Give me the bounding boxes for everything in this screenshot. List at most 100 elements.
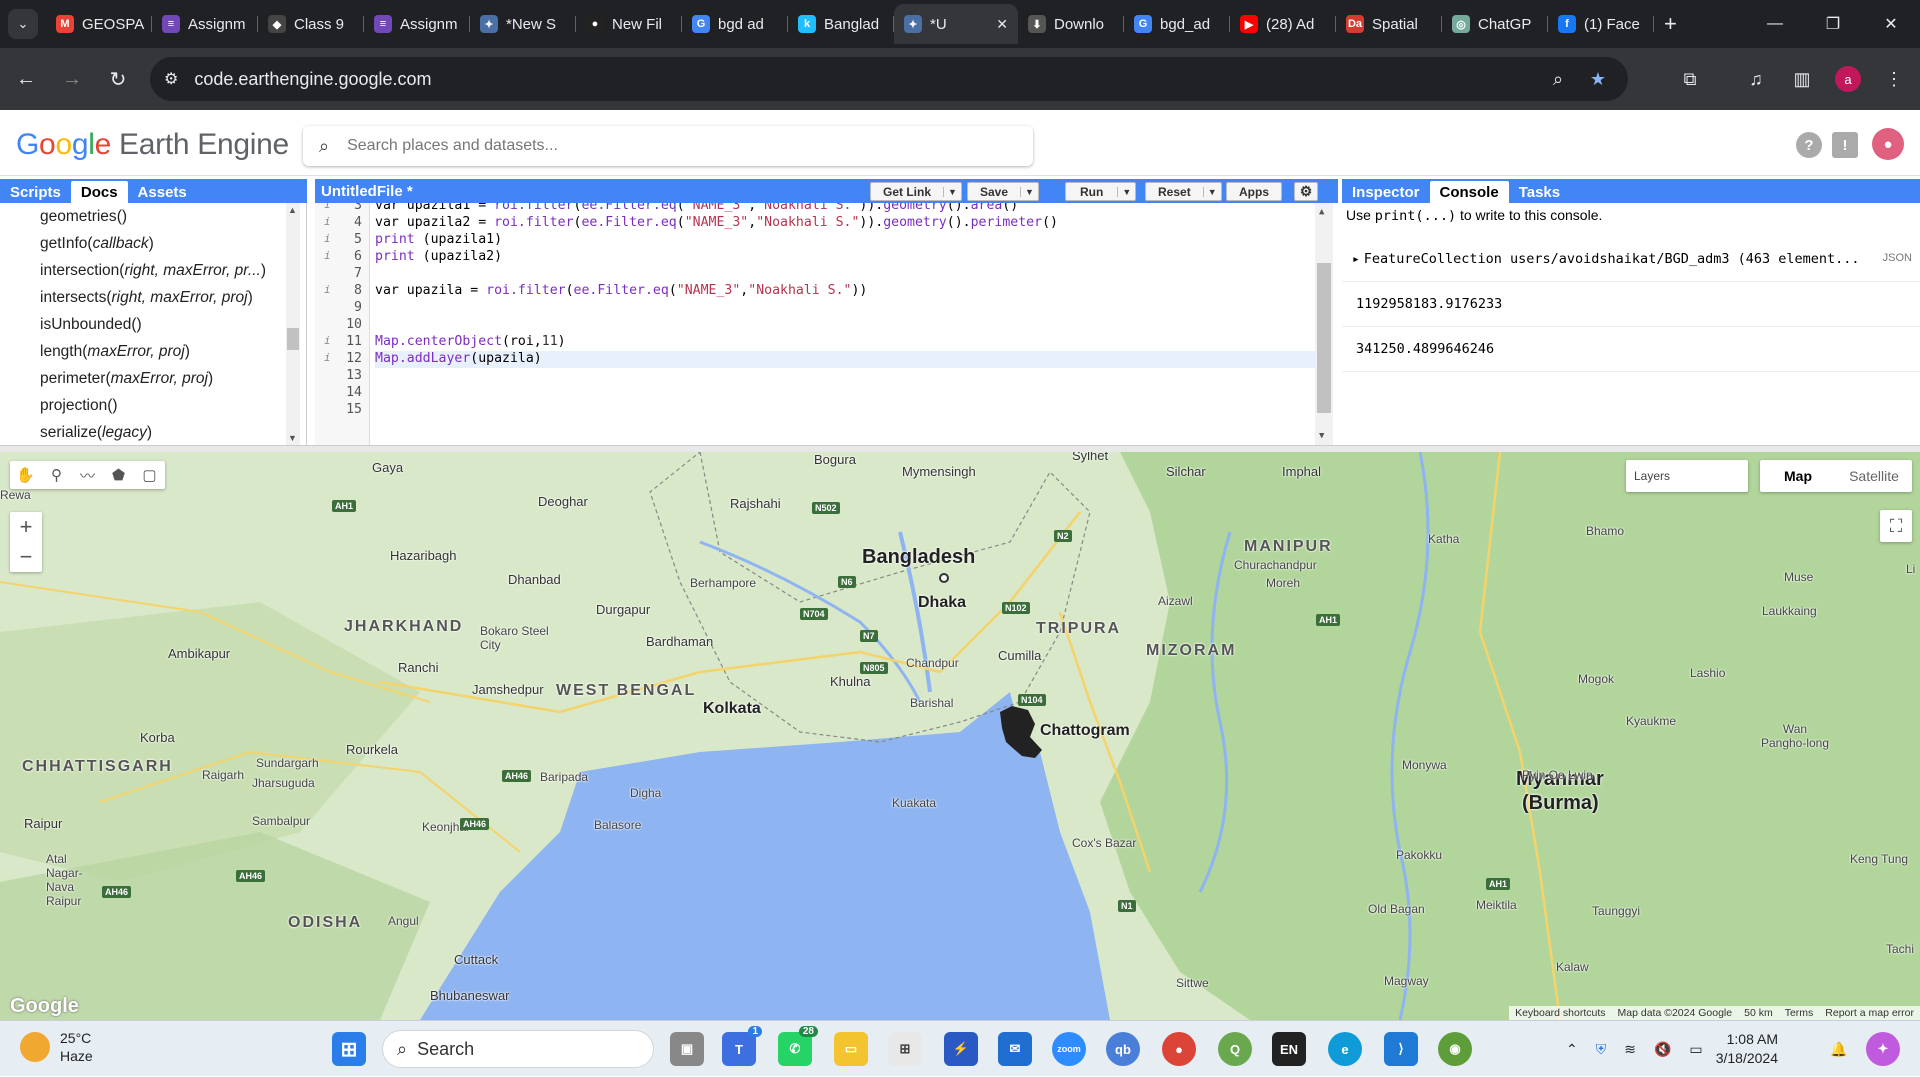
run-button[interactable]: Run ▼	[1065, 182, 1137, 201]
doc-method-item[interactable]: isUnbounded()	[0, 311, 306, 338]
browser-tab[interactable]: ⬇ Downlo	[1018, 4, 1124, 44]
chrome-icon[interactable]: ●	[1162, 1032, 1196, 1066]
todo-app-icon[interactable]: T1	[722, 1026, 762, 1066]
browser-tab[interactable]: ◎ ChatGP	[1442, 4, 1548, 44]
map-type-satellite-button[interactable]: Satellite	[1836, 460, 1912, 492]
keyboard-shortcuts-link[interactable]: Keyboard shortcuts	[1515, 1007, 1605, 1019]
code-line-4[interactable]: var upazila2 = roi.filter(ee.Filter.eq("…	[375, 215, 1058, 232]
browser-tab[interactable]: ◆ Class 9	[258, 4, 364, 44]
browser-tab[interactable]: k Banglad	[788, 4, 894, 44]
file-explorer-icon[interactable]: ▭	[834, 1032, 868, 1066]
language-icon[interactable]: EN	[1272, 1032, 1306, 1066]
browser-tab[interactable]: ✦ *U ✕	[894, 4, 1018, 44]
settings-gear-icon[interactable]: ⚙	[1294, 182, 1318, 201]
info-icon[interactable]: i	[324, 283, 331, 296]
expand-triangle-icon[interactable]: ▸	[1352, 252, 1360, 267]
code-editor[interactable]: i 3 i 4 i 5 i 6 7 i 8 9 10 i 11 i 12 13 14 15 var upazila1 …	[315, 203, 1338, 445]
browser-tab[interactable]: Gbgd ad	[682, 4, 788, 44]
feedback-icon[interactable]: !	[1832, 132, 1858, 158]
code-line-12[interactable]: Map.addLayer(upazila)	[375, 351, 1315, 368]
clock[interactable]: 1:08 AM 3/18/2024	[1714, 1030, 1778, 1068]
tab-scripts[interactable]: Scripts	[0, 181, 71, 203]
back-button[interactable]: ←	[6, 59, 46, 99]
side-panel-icon[interactable]: ▥	[1782, 59, 1822, 99]
help-icon[interactable]: ?	[1796, 132, 1822, 158]
search-box[interactable]: ⌕ Search places and datasets...	[303, 126, 1033, 166]
store-icon[interactable]: ⊞	[888, 1032, 922, 1066]
qgis-icon[interactable]: Q	[1218, 1032, 1252, 1066]
qbittorrent-icon[interactable]: qb	[1106, 1032, 1140, 1066]
doc-method-item[interactable]: serialize(legacy)	[0, 419, 306, 445]
browser-tab[interactable]: Gbgd_ad	[1124, 4, 1230, 44]
code-line-8[interactable]: var upazila = roi.filter(ee.Filter.eq("N…	[375, 283, 867, 300]
map-type-map-button[interactable]: Map	[1760, 460, 1836, 492]
doc-method-item[interactable]: intersection(right, maxError, pr...)	[0, 257, 306, 284]
minimize-button[interactable]: —	[1746, 0, 1804, 48]
reset-button[interactable]: Reset ▼	[1145, 182, 1222, 201]
code-line-5[interactable]: print (upazila1)	[375, 232, 502, 249]
browser-tab[interactable]: M GEOSPA	[46, 4, 152, 44]
reload-button[interactable]: ↻	[98, 59, 138, 99]
wifi-icon[interactable]: ≋	[1624, 1041, 1636, 1058]
copilot-icon[interactable]: ✦	[1866, 1032, 1900, 1066]
volume-muted-icon[interactable]: 🔇	[1654, 1041, 1671, 1058]
terms-link[interactable]: Terms	[1785, 1007, 1814, 1019]
zoom-out-button[interactable]: −	[10, 542, 42, 572]
info-icon[interactable]: i	[324, 249, 331, 262]
start-windows-icon[interactable]: ⊞	[332, 1032, 366, 1066]
shield-icon[interactable]: ⛨	[1596, 1041, 1607, 1058]
browser-tab[interactable]: ≡ Assignm	[152, 4, 258, 44]
info-icon[interactable]: i	[324, 334, 331, 347]
doc-method-item[interactable]: intersects(right, maxError, proj)	[0, 284, 306, 311]
app-icon[interactable]: ⚡	[944, 1032, 978, 1066]
zoom-in-button[interactable]: +	[10, 512, 42, 542]
whatsapp-icon[interactable]: ✆ 28	[778, 1026, 818, 1066]
doc-method-item[interactable]: geometries()	[0, 203, 306, 230]
doc-method-item[interactable]: perimeter(maxError, proj)	[0, 365, 306, 392]
tab-inspector[interactable]: Inspector	[1342, 181, 1430, 203]
close-window-button[interactable]: ✕	[1862, 0, 1920, 48]
fullscreen-icon[interactable]: ⛶	[1880, 510, 1912, 542]
doc-method-item[interactable]: projection()	[0, 392, 306, 419]
polygon-draw-icon[interactable]: ⬟	[103, 461, 134, 489]
chevron-down-icon[interactable]: ▼	[1020, 186, 1038, 197]
apps-button[interactable]: Apps	[1226, 182, 1282, 201]
tab-tasks[interactable]: Tasks	[1509, 181, 1570, 203]
doc-method-item[interactable]: getInfo(callback)	[0, 230, 306, 257]
docs-scrollbar[interactable]: ▲ ▼	[286, 203, 300, 445]
tab-docs[interactable]: Docs	[70, 181, 128, 203]
chevron-down-icon[interactable]: ▼	[1117, 186, 1135, 197]
extensions-icon[interactable]: ⧉	[1670, 59, 1710, 99]
browser-tab[interactable]: Da Spatial	[1336, 4, 1442, 44]
marker-icon[interactable]: ⚲	[41, 461, 72, 489]
mail-icon[interactable]: ✉	[998, 1032, 1032, 1066]
tab-assets[interactable]: Assets	[128, 181, 197, 203]
browser-tab[interactable]: ▶ (28) Ad	[1230, 4, 1336, 44]
search-input[interactable]: Search places and datasets...	[347, 137, 558, 155]
restore-button[interactable]: ❐	[1804, 0, 1862, 48]
rectangle-draw-icon[interactable]: ▢	[134, 461, 165, 489]
zoom-app-icon[interactable]: zoom	[1052, 1032, 1086, 1066]
file-title[interactable]: UntitledFile *	[321, 183, 413, 200]
account-avatar[interactable]: ●	[1872, 128, 1904, 160]
site-info-icon[interactable]: ⚙	[164, 69, 178, 89]
browser-tab[interactable]: ✦ *New S	[470, 4, 576, 44]
browser-tab[interactable]: ≡ Assignm	[364, 4, 470, 44]
google-earth-engine-logo[interactable]: Google Earth Engine	[16, 128, 289, 162]
zoom-icon[interactable]: ⌕	[1540, 57, 1576, 101]
info-icon[interactable]: i	[324, 232, 331, 245]
battery-icon[interactable]: ▭	[1689, 1041, 1702, 1058]
taskbar-search[interactable]: ⌕ Search	[382, 1030, 654, 1068]
code-line-3[interactable]: var upazila1 = roi.filter(ee.Filter.eq("…	[375, 203, 1018, 215]
map-view[interactable]: Bangladesh Myanmar (Burma) Dhaka Kolkata…	[0, 452, 1920, 1020]
profile-avatar[interactable]: a	[1828, 59, 1868, 99]
media-icon[interactable]: ♫	[1736, 59, 1776, 99]
layers-control[interactable]: Layers	[1626, 460, 1748, 492]
weather-widget[interactable]: 25°C Haze	[20, 1029, 93, 1065]
info-icon[interactable]: i	[324, 215, 331, 228]
new-tab-button[interactable]: +	[1664, 11, 1677, 37]
forward-button[interactable]: →	[52, 59, 92, 99]
tab-search-button[interactable]: ⌄	[8, 9, 38, 39]
browser-menu-icon[interactable]: ⋮	[1874, 59, 1914, 99]
scale-bar[interactable]: 50 km	[1744, 1007, 1773, 1019]
